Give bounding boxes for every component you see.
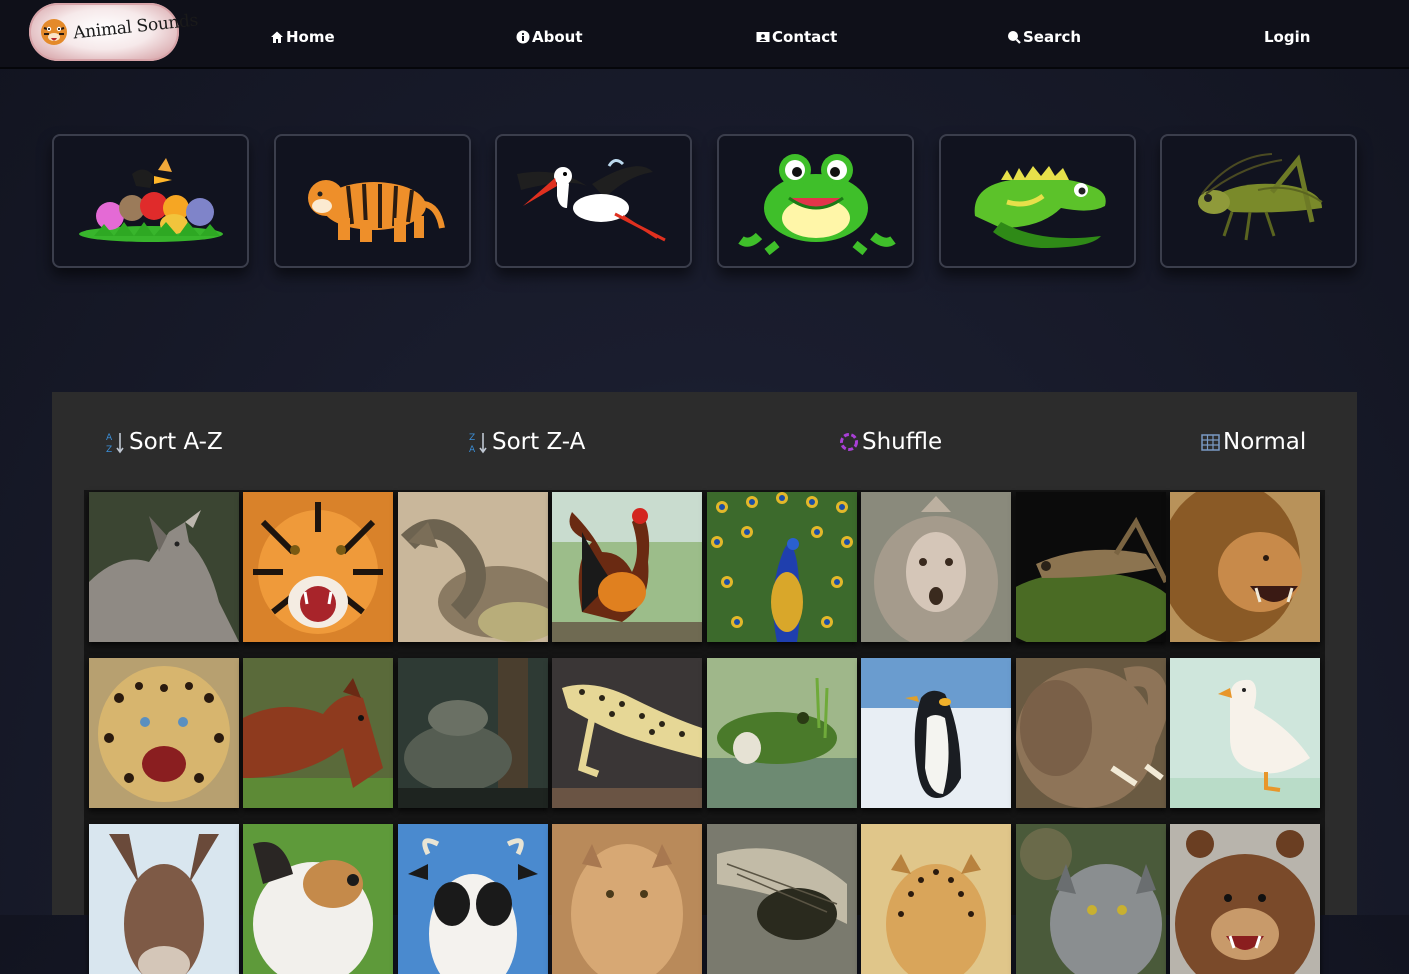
elephant-image <box>1016 658 1166 808</box>
penguin-image <box>861 658 1011 808</box>
animal-group-icon <box>79 158 223 242</box>
lion-image <box>1170 492 1320 642</box>
tile-rattlesnake[interactable] <box>398 492 548 642</box>
nav-home[interactable]: Home <box>270 28 335 46</box>
nav-about[interactable]: About <box>516 28 583 46</box>
tile-cheetah[interactable] <box>861 824 1011 974</box>
category-all-animals[interactable] <box>52 134 249 268</box>
tile-bear[interactable] <box>1170 824 1320 974</box>
tiger-icon <box>308 180 445 242</box>
tile-macaque[interactable] <box>861 492 1011 642</box>
macaque-image <box>861 492 1011 642</box>
tile-donkey[interactable] <box>89 824 239 974</box>
shuffle-label: Shuffle <box>862 429 943 455</box>
svg-text:Z: Z <box>106 445 112 454</box>
search-icon <box>1008 31 1021 44</box>
tile-cougar[interactable] <box>552 824 702 974</box>
tile-wolf[interactable] <box>89 492 239 642</box>
normal-button[interactable]: Normal <box>1201 429 1306 455</box>
sort-za-label: Sort Z-A <box>492 429 586 455</box>
sort-az-button[interactable]: A Z Sort A-Z <box>106 429 223 455</box>
sort-alpha-asc-icon: A Z <box>106 433 124 454</box>
tile-frog[interactable] <box>707 658 857 808</box>
tile-turtle[interactable] <box>398 658 548 808</box>
gecko-image <box>552 658 702 808</box>
duck-image <box>1170 658 1320 808</box>
category-mammals[interactable] <box>274 134 471 268</box>
cat-image <box>1016 824 1166 974</box>
shuffle-button[interactable]: Shuffle <box>839 429 942 455</box>
top-navbar: Animal Sounds Home About Contact Search … <box>0 0 1409 69</box>
home-icon <box>271 31 283 43</box>
dog-image <box>243 824 393 974</box>
cougar-image <box>552 824 702 974</box>
nav-search-label: Search <box>1023 28 1082 46</box>
grid-icon <box>1201 433 1220 451</box>
tile-duck[interactable] <box>1170 658 1320 808</box>
logo-text: Animal Sounds <box>72 10 199 44</box>
category-amphibians[interactable] <box>717 134 914 268</box>
category-reptiles[interactable] <box>939 134 1136 268</box>
tile-peacock[interactable] <box>707 492 857 642</box>
frog-icon <box>738 154 896 256</box>
bear-image <box>1170 824 1320 974</box>
nav-login[interactable]: Login <box>1264 28 1310 46</box>
category-insects[interactable] <box>1160 134 1357 268</box>
nav-search[interactable]: Search <box>1007 28 1081 46</box>
contact-card-icon <box>756 32 770 42</box>
rooster-image <box>552 492 702 642</box>
tile-grasshopper[interactable] <box>1016 492 1166 642</box>
tiger-image <box>243 492 393 642</box>
nav-about-label: About <box>532 28 583 46</box>
rattlesnake-image <box>398 492 548 642</box>
cicada-image <box>707 824 857 974</box>
tile-penguin[interactable] <box>861 658 1011 808</box>
nav-contact[interactable]: Contact <box>756 28 837 46</box>
tile-lion[interactable] <box>1170 492 1320 642</box>
iguana-icon <box>974 166 1106 248</box>
turtle-image <box>398 658 548 808</box>
tile-rooster[interactable] <box>552 492 702 642</box>
leopard-image <box>89 658 239 808</box>
tile-cat[interactable] <box>1016 824 1166 974</box>
category-birds[interactable] <box>495 134 692 268</box>
sort-za-button[interactable]: Z A Sort Z-A <box>469 429 585 455</box>
tile-gecko[interactable] <box>552 658 702 808</box>
tile-cow[interactable] <box>398 824 548 974</box>
donkey-image <box>89 824 239 974</box>
nav-contact-label: Contact <box>772 28 838 46</box>
wolf-image <box>89 492 239 642</box>
info-icon <box>516 30 530 44</box>
shuffle-icon <box>840 433 858 451</box>
sort-az-label: Sort A-Z <box>129 429 223 455</box>
animal-grid <box>84 490 1325 974</box>
svg-text:A: A <box>469 445 476 454</box>
tile-dog[interactable] <box>243 824 393 974</box>
tile-horse[interactable] <box>243 658 393 808</box>
cheetah-image <box>861 824 1011 974</box>
tile-cicada[interactable] <box>707 824 857 974</box>
tile-tiger[interactable] <box>243 492 393 642</box>
brand-logo[interactable]: Animal Sounds <box>29 3 199 61</box>
frog-image <box>707 658 857 808</box>
tile-elephant[interactable] <box>1016 658 1166 808</box>
normal-label: Normal <box>1223 429 1307 455</box>
grasshopper-icon <box>1198 153 1323 241</box>
tiger-logo-icon <box>41 19 67 45</box>
stork-icon <box>517 159 666 242</box>
sort-alpha-desc-icon: Z A <box>469 433 487 454</box>
svg-text:A: A <box>106 433 113 443</box>
tile-leopard[interactable] <box>89 658 239 808</box>
svg-text:Z: Z <box>469 433 475 443</box>
grasshopper-image <box>1016 492 1166 642</box>
nav-login-label: Login <box>1264 28 1311 46</box>
horse-image <box>243 658 393 808</box>
nav-home-label: Home <box>286 28 335 46</box>
peacock-image <box>707 492 857 642</box>
cow-image <box>398 824 548 974</box>
